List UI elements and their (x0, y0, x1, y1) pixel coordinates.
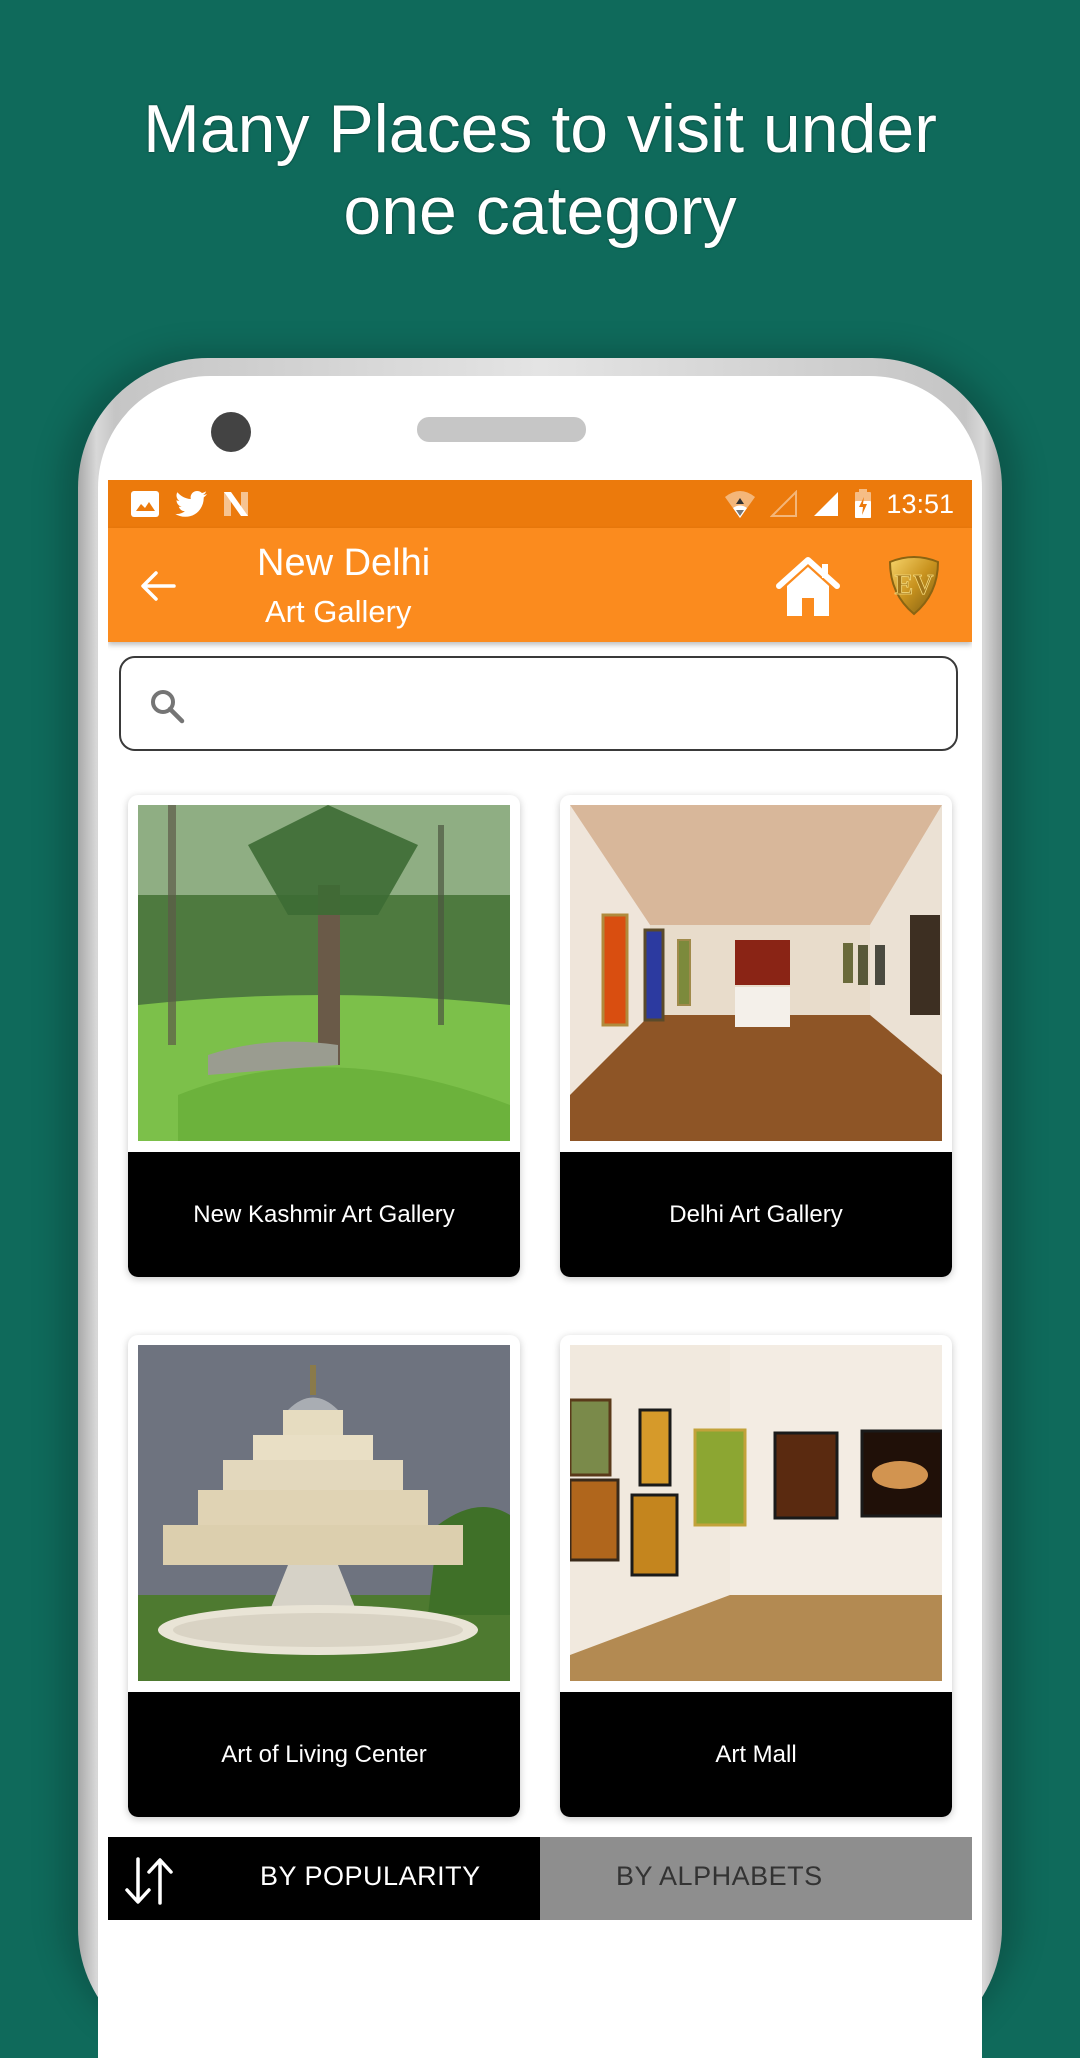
status-time: 13:51 (886, 488, 954, 519)
search-icon (151, 690, 185, 724)
arrow-left-icon (141, 571, 176, 601)
search-input[interactable] (201, 668, 945, 742)
search-field[interactable] (119, 656, 958, 751)
wifi-icon (725, 491, 756, 518)
signal-empty-icon (770, 490, 798, 517)
battery-charging-icon (855, 489, 872, 518)
phone-speaker (417, 417, 586, 442)
home-icon (776, 557, 840, 616)
place-name: Delhi Art Gallery (560, 1152, 952, 1277)
promo-headline-line2: one category (343, 173, 737, 249)
place-image (570, 1345, 942, 1681)
status-bar: 13:51 (108, 480, 972, 528)
signal-icon (814, 492, 839, 516)
page-title: New Delhi (257, 542, 431, 584)
n-app-icon (224, 492, 248, 516)
place-image (138, 1345, 510, 1681)
sort-arrows-icon (125, 1857, 173, 1905)
page-subtitle: Art Gallery (265, 594, 412, 629)
ev-shield-logo-icon: EV (888, 556, 940, 616)
sort-by-popularity-tab[interactable]: BY POPULARITY (108, 1837, 540, 1920)
sort-by-popularity-label: BY POPULARITY (260, 1861, 481, 1891)
gallery-icon (131, 491, 159, 517)
promo-headline: Many Places to visit under one category (0, 88, 1080, 252)
phone-camera (211, 412, 251, 452)
place-image (138, 805, 510, 1141)
back-button[interactable] (138, 566, 178, 606)
svg-text:EV: EV (895, 570, 934, 601)
home-button[interactable] (775, 556, 841, 618)
phone-screen: 13:51 New Delhi Art Gallery EV New Kashm… (108, 480, 972, 1920)
promo-headline-line1: Many Places to visit under (143, 91, 937, 167)
place-name: Art of Living Center (128, 1692, 520, 1817)
place-card[interactable]: New Kashmir Art Gallery (128, 795, 520, 1277)
place-image (570, 805, 942, 1141)
twitter-icon (175, 491, 207, 517)
app-bar: New Delhi Art Gallery EV (108, 528, 972, 642)
place-name: Art Mall (560, 1692, 952, 1817)
place-name: New Kashmir Art Gallery (128, 1152, 520, 1277)
sort-by-alphabets-tab[interactable]: BY ALPHABETS (540, 1837, 972, 1920)
sort-by-alphabets-label: BY ALPHABETS (616, 1861, 823, 1891)
place-card[interactable]: Art Mall (560, 1335, 952, 1817)
app-logo: EV (886, 554, 942, 616)
sort-bar: BY POPULARITY BY ALPHABETS (108, 1837, 972, 1920)
place-card[interactable]: Art of Living Center (128, 1335, 520, 1817)
place-card[interactable]: Delhi Art Gallery (560, 795, 952, 1277)
